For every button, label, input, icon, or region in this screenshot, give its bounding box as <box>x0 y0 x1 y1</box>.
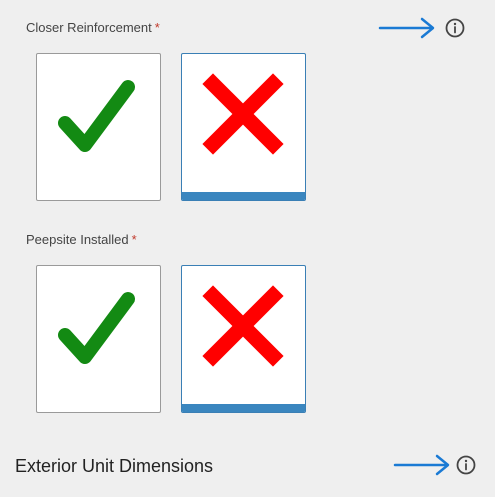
exterior-unit-dimensions-info <box>393 453 495 477</box>
red-x-icon <box>202 73 284 155</box>
right-arrow-icon <box>378 17 435 39</box>
closer-reinforcement-info <box>378 16 486 40</box>
info-circle-icon[interactable] <box>444 17 466 39</box>
peepsite-installed-label: Peepsite Installed * <box>26 232 137 248</box>
red-x-icon <box>202 285 284 367</box>
peepsite-installed-yes-option[interactable] <box>36 265 161 413</box>
right-arrow-icon <box>393 454 450 476</box>
closer-reinforcement-yes-option[interactable] <box>36 53 161 201</box>
peepsite-installed-label-text: Peepsite Installed <box>26 232 129 247</box>
closer-reinforcement-no-option[interactable] <box>181 53 306 201</box>
green-checkmark-icon <box>58 80 135 152</box>
info-circle-icon[interactable] <box>455 454 477 476</box>
peepsite-installed-no-option[interactable] <box>181 265 306 413</box>
green-checkmark-icon <box>58 292 135 364</box>
closer-reinforcement-label: Closer Reinforcement * <box>26 20 160 36</box>
required-asterisk: * <box>131 232 137 247</box>
closer-reinforcement-label-text: Closer Reinforcement <box>26 20 152 35</box>
required-asterisk: * <box>154 20 160 35</box>
exterior-unit-dimensions-title: Exterior Unit Dimensions <box>15 456 214 476</box>
